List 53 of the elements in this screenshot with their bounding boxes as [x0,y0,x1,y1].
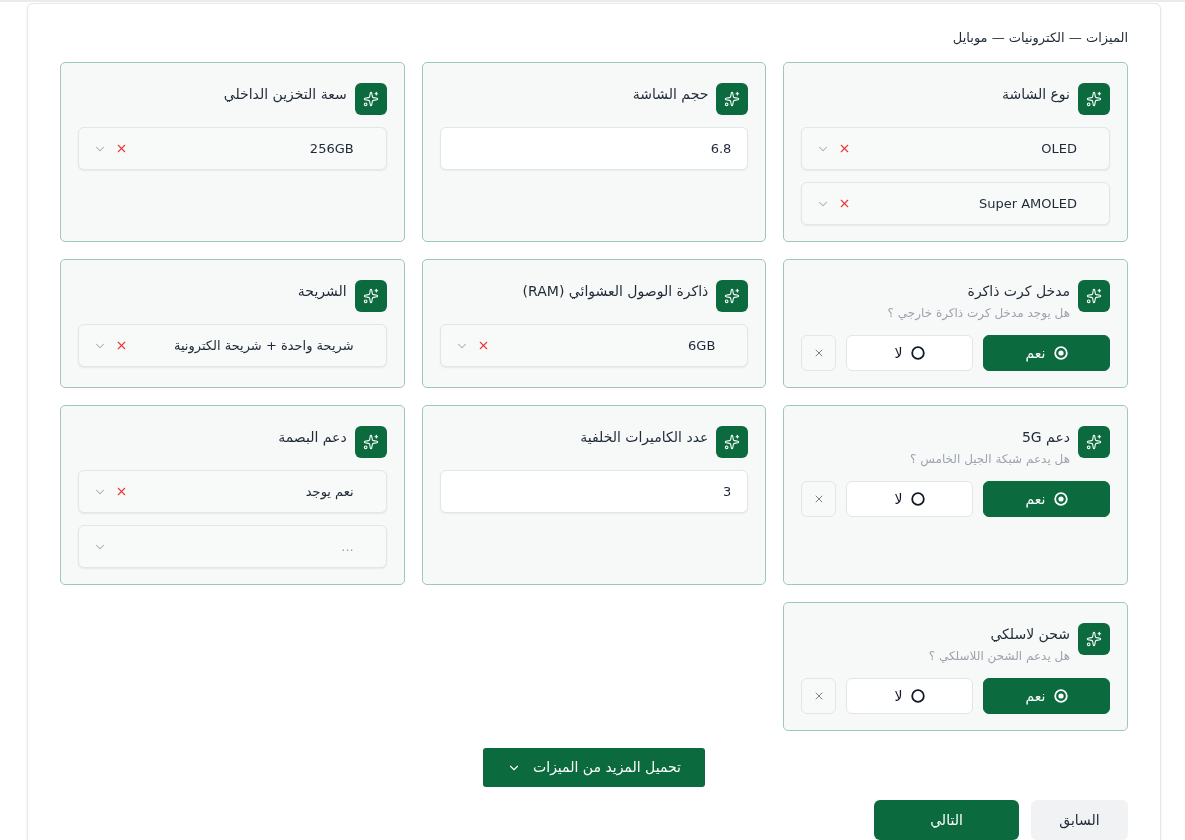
select-field[interactable]: 6GB [439,324,749,367]
clear-icon[interactable] [115,485,128,498]
feature-question: هل يدعم شبكة الجيل الخامس ؟ [910,451,1070,467]
feature-title: نوع الشاشة [1001,85,1070,104]
sparkle-icon [716,426,749,458]
feature-title: مدخل كرت ذاكرة [966,282,1070,301]
feature-title: شحن لاسلكي [989,625,1070,644]
text-field[interactable]: 6.8 [439,127,749,170]
select-field[interactable]: نعم يوجد [78,470,387,513]
sparkle-icon [354,83,387,115]
select-field[interactable]: OLED [801,127,1110,170]
choice-button[interactable]: نعم [983,335,1110,371]
choice-button[interactable]: لا [846,678,974,714]
choice-button[interactable]: لا [846,481,974,517]
sparkle-icon [354,426,387,458]
breadcrumb: الميزات — الكترونيات — موبايل [951,29,1128,48]
sparkle-icon [1078,623,1110,655]
feature-title: ذاكرة الوصول العشوائي (RAM) [522,282,709,301]
sparkle-icon [716,280,749,312]
clear-button[interactable] [801,678,837,714]
choice-button[interactable]: نعم [983,481,1110,517]
sparkle-icon [1078,280,1110,312]
feature-title: الشريحة [297,282,347,301]
feature-title: سعة التخزين الداخلي [223,85,347,104]
select-field[interactable]: Super AMOLED [801,182,1110,225]
feature-question: هل يدعم الشحن اللاسلكي ؟ [928,648,1070,664]
sparkle-icon [1078,83,1110,115]
feature-title: حجم الشاشة [632,85,709,104]
radio-icon [910,689,925,703]
choice-button[interactable]: نعم [983,678,1110,714]
radio-icon [1053,346,1068,360]
select-field[interactable]: 256GB [78,127,387,170]
feature-title: عدد الكاميرات الخلفية [580,428,709,447]
radio-icon [910,492,925,506]
feature-question: هل يوجد مدخل كرت ذاكرة خارجي ؟ [887,305,1070,321]
choice-button[interactable]: لا [846,335,974,371]
previous-button[interactable]: السابق [1031,800,1128,840]
radio-icon [910,346,925,360]
clear-button[interactable] [801,481,837,517]
sparkle-icon [354,280,387,312]
clear-icon[interactable] [115,339,128,352]
feature-title: دعم البصمة [278,428,347,447]
clear-button[interactable] [801,335,837,371]
clear-icon[interactable] [115,142,128,155]
next-button[interactable]: التالي [874,800,1019,840]
load-more-button[interactable]: تحميل المزيد من الميزات [483,748,705,787]
sparkle-icon [716,83,749,115]
radio-icon [1053,492,1068,506]
feature-title: دعم 5G [1020,428,1070,447]
radio-icon [1053,689,1068,703]
text-field[interactable]: 3 [439,470,749,513]
sparkle-icon [1078,426,1110,458]
select-field[interactable]: شريحة واحدة + شريحة الكترونية [78,324,387,367]
